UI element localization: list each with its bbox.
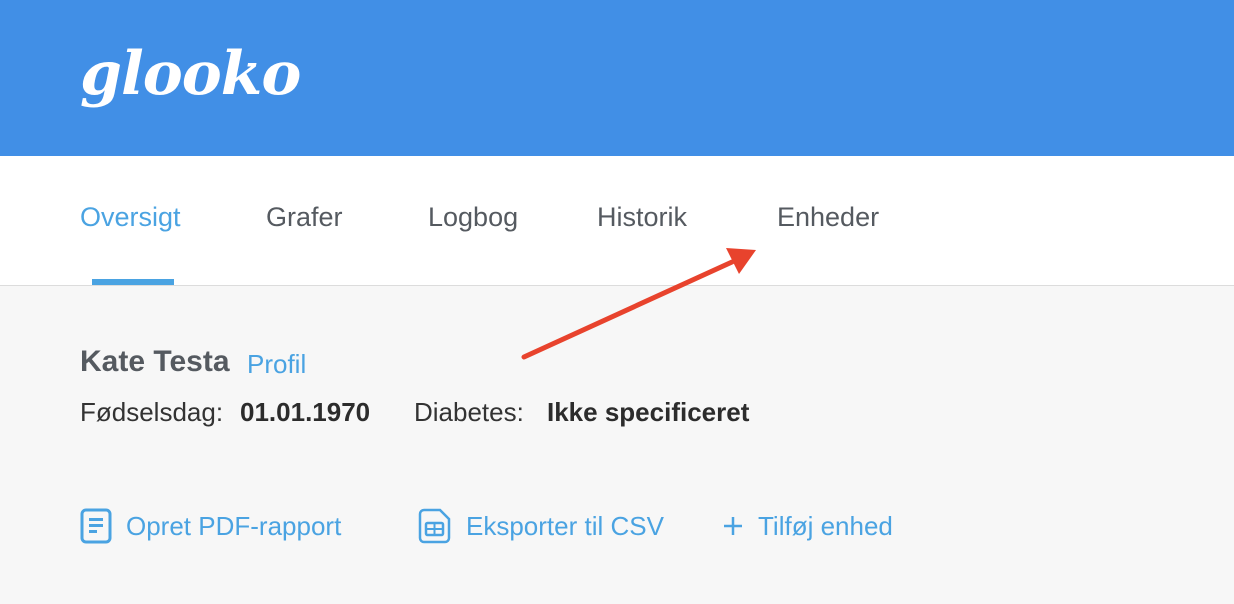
birthday-label: Fødselsdag: [80,397,224,427]
plus-icon [722,515,744,537]
birthday-value: 01.01.1970 [240,397,371,427]
header-bar: glooko [0,0,1234,156]
active-tab-indicator [92,279,174,285]
create-pdf-report-button[interactable]: Opret PDF-rapport [80,508,341,544]
add-device-label: Tilføj enhed [758,510,893,541]
document-icon [80,508,112,544]
diabetes-value: Ikke specificeret [547,397,750,427]
patient-name: Kate Testa [80,345,230,378]
glooko-logo[interactable]: glooko [80,34,301,114]
diabetes-label: Diabetes: [414,397,524,427]
tab-historik[interactable]: Historik [597,202,687,233]
profile-link[interactable]: Profil [247,349,306,380]
spreadsheet-icon [416,508,452,544]
tab-bar: Oversigt Grafer Logbog Historik Enheder [0,156,1234,286]
tab-grafer[interactable]: Grafer [266,202,343,233]
export-csv-button[interactable]: Eksporter til CSV [416,508,664,544]
tab-logbog[interactable]: Logbog [428,202,518,233]
tab-enheder[interactable]: Enheder [777,202,879,233]
tab-oversigt[interactable]: Oversigt [80,202,181,233]
create-pdf-report-label: Opret PDF-rapport [126,510,342,541]
export-csv-label: Eksporter til CSV [466,510,664,541]
add-device-button[interactable]: Tilføj enhed [722,508,893,544]
